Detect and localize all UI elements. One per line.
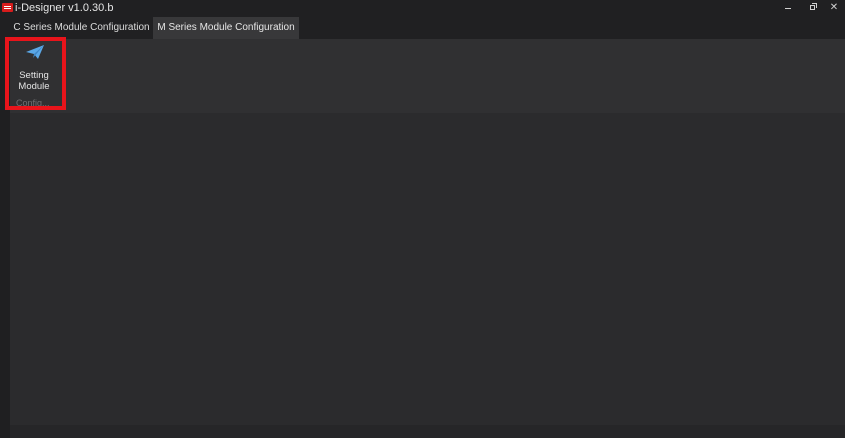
title-bar: i-Designer v1.0.30.b ✕ (0, 0, 845, 17)
main-content-area (10, 113, 845, 425)
ribbon-group-label: Config... (16, 98, 50, 108)
setting-module-button[interactable]: Setting Module (12, 40, 56, 94)
close-button[interactable]: ✕ (827, 1, 841, 15)
restore-button[interactable] (805, 1, 819, 15)
window-title: i-Designer v1.0.30.b (15, 2, 114, 14)
tab-m-series-module-configuration[interactable]: M Series Module Configuration (153, 17, 299, 39)
setting-module-label-line2: Module (18, 81, 50, 92)
status-strip (10, 425, 845, 438)
tab-c-series-module-configuration[interactable]: C Series Module Configuration (10, 17, 153, 39)
ribbon-toolbar (10, 39, 845, 113)
setting-module-label: Setting Module (12, 70, 56, 92)
left-edge-panel (0, 39, 10, 438)
close-icon: ✕ (829, 2, 839, 13)
minimize-button[interactable] (781, 1, 795, 15)
app-window: i-Designer v1.0.30.b ✕ C Series Module C… (0, 0, 845, 438)
setting-module-label-line1: Setting (19, 70, 49, 81)
restore-icon (809, 3, 817, 10)
app-logo-icon (2, 3, 13, 12)
minimize-icon (785, 8, 791, 9)
paper-plane-icon (26, 45, 44, 59)
tab-bar: C Series Module Configuration M Series M… (0, 17, 845, 39)
